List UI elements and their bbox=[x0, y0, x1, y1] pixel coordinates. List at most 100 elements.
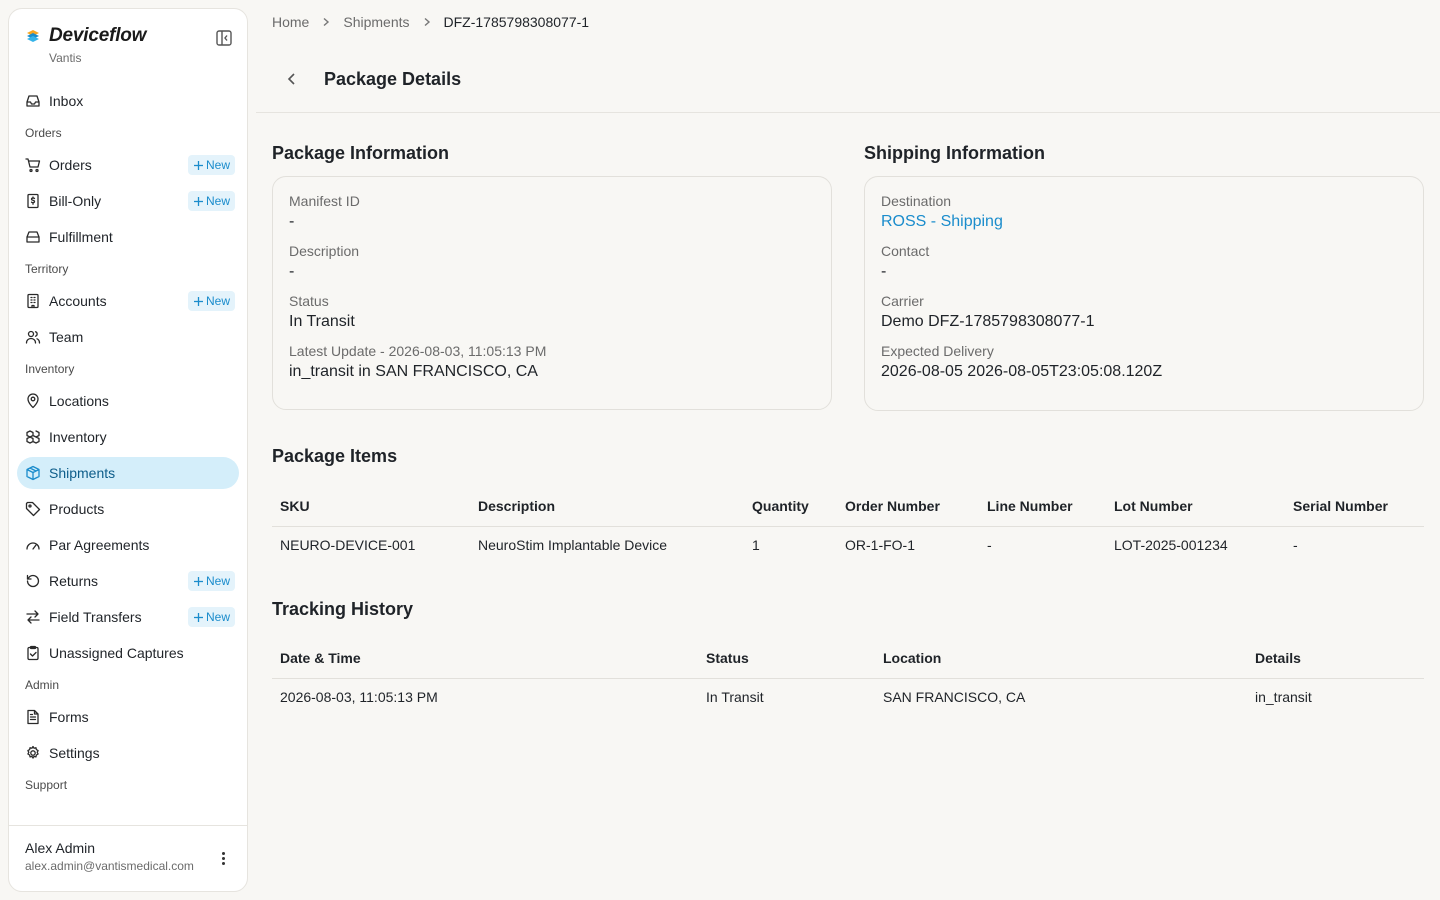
table-cell: - bbox=[987, 537, 992, 554]
description-value: - bbox=[289, 263, 295, 280]
sidebar-item-label: Settings bbox=[49, 745, 100, 761]
table-cell: In Transit bbox=[706, 689, 764, 706]
rotate-ccw-icon bbox=[25, 573, 41, 589]
sidebar-item-label: Accounts bbox=[49, 293, 107, 309]
column-header: Details bbox=[1247, 638, 1424, 679]
sidebar-item-par-agreements[interactable]: Par Agreements bbox=[17, 529, 239, 561]
latest-update-label: Latest Update - 2026-08-03, 11:05:13 PM bbox=[289, 343, 547, 359]
sidebar-item-forms[interactable]: Forms bbox=[17, 701, 239, 733]
carrier-value: Demo DFZ-1785798308077-1 bbox=[881, 313, 1095, 330]
package-info-card: Manifest ID - Description - Status In Tr… bbox=[272, 176, 832, 410]
sidebar-item-team[interactable]: Team bbox=[17, 321, 239, 353]
sidebar-item-label: Fulfillment bbox=[49, 229, 113, 245]
sidebar-item-returns[interactable]: Returns New bbox=[17, 565, 239, 597]
tag-icon bbox=[25, 501, 41, 517]
back-button[interactable] bbox=[282, 68, 302, 90]
new-orders-button[interactable]: New bbox=[187, 155, 235, 175]
column-header: Order Number bbox=[837, 486, 979, 527]
boxes-icon bbox=[25, 429, 41, 445]
table-cell: LOT-2025-001234 bbox=[1114, 537, 1228, 554]
sidebar: Deviceflow Vantis Inbox Orders Orders New Bi… bbox=[8, 8, 248, 892]
column-header: Line Number bbox=[979, 486, 1106, 527]
sidebar-item-products[interactable]: Products bbox=[17, 493, 239, 525]
sidebar-item-field-transfers[interactable]: Field Transfers New bbox=[17, 601, 239, 633]
sidebar-section-label: Territory bbox=[25, 262, 69, 276]
description-label: Description bbox=[289, 243, 360, 259]
plus-icon bbox=[193, 612, 203, 622]
manifest-id-label: Manifest ID bbox=[289, 193, 360, 209]
destination-link[interactable]: ROSS - Shipping bbox=[881, 213, 1407, 231]
main-content: Home Shipments DFZ-1785798308077-1 Packa… bbox=[256, 0, 1440, 900]
sidebar-item-accounts[interactable]: Accounts New bbox=[17, 285, 239, 317]
latest-update-value: in_transit in SAN FRANCISCO, CA bbox=[289, 363, 538, 380]
sidebar-item-bill-only[interactable]: Bill-Only New bbox=[17, 185, 239, 217]
column-header: Description bbox=[470, 486, 744, 527]
user-profile[interactable]: Alex Admin alex.admin@vantismedical.com bbox=[9, 825, 247, 891]
org-name: Vantis bbox=[49, 51, 82, 65]
new-badge-label: New bbox=[205, 574, 230, 588]
sidebar-section-label: Inventory bbox=[25, 362, 75, 376]
tray-icon bbox=[25, 229, 41, 245]
new-badge-label: New bbox=[205, 294, 230, 308]
column-header: Date & Time bbox=[272, 638, 698, 679]
sidebar-item-label: Shipments bbox=[49, 465, 116, 481]
new-badge-label: New bbox=[205, 610, 230, 624]
users-icon bbox=[25, 329, 41, 345]
new-badge-label: New bbox=[205, 158, 230, 172]
gauge-icon bbox=[25, 537, 41, 553]
table-cell: 1 bbox=[752, 537, 760, 554]
plus-icon bbox=[193, 576, 203, 586]
map-pin-icon bbox=[25, 393, 41, 409]
sidebar-item-settings[interactable]: Settings bbox=[17, 737, 239, 769]
column-header: Lot Number bbox=[1106, 486, 1285, 527]
table-cell: NeuroStim Implantable Device bbox=[478, 537, 668, 554]
chevron-left-icon bbox=[287, 73, 295, 85]
sidebar-item-unassigned-captures[interactable]: Unassigned Captures bbox=[17, 637, 239, 669]
package-icon bbox=[25, 465, 41, 481]
plus-icon bbox=[193, 160, 203, 170]
user-name: Alex Admin bbox=[25, 840, 96, 856]
sidebar-item-inventory[interactable]: Inventory bbox=[17, 421, 239, 453]
sidebar-collapse-icon[interactable] bbox=[215, 29, 233, 47]
sidebar-item-inbox[interactable]: Inbox bbox=[17, 85, 239, 117]
status-label: Status bbox=[289, 293, 329, 309]
sidebar-item-shipments[interactable]: Shipments bbox=[17, 457, 239, 489]
sidebar-item-orders[interactable]: Orders New bbox=[17, 149, 239, 181]
new-bill-only-button[interactable]: New bbox=[187, 191, 235, 211]
sidebar-item-fulfillment[interactable]: Fulfillment bbox=[17, 221, 239, 253]
brand-name: Deviceflow bbox=[49, 25, 147, 46]
shipping-info-card: Destination ROSS - Shipping Contact - Ca… bbox=[864, 176, 1424, 411]
sidebar-item-label: Products bbox=[49, 501, 105, 517]
carrier-label: Carrier bbox=[881, 293, 924, 309]
sidebar-item-label: Orders bbox=[49, 157, 92, 173]
table-cell: NEURO-DEVICE-001 bbox=[280, 537, 416, 554]
more-vertical-icon[interactable] bbox=[215, 848, 231, 868]
arrows-swap-icon bbox=[25, 609, 41, 625]
column-header: SKU bbox=[272, 486, 470, 527]
package-info-title: Package Information bbox=[272, 143, 450, 163]
column-header: Quantity bbox=[744, 486, 837, 527]
sidebar-item-label: Par Agreements bbox=[49, 537, 150, 553]
contact-value: - bbox=[881, 263, 887, 280]
breadcrumb-shipments[interactable]: Shipments bbox=[343, 14, 409, 30]
table-cell: - bbox=[1293, 537, 1298, 554]
new-accounts-button[interactable]: New bbox=[187, 291, 235, 311]
invoice-icon bbox=[25, 193, 41, 209]
column-header: Serial Number bbox=[1285, 486, 1424, 527]
table-row[interactable]: NEURO-DEVICE-001 NeuroStim Implantable De… bbox=[272, 526, 1424, 564]
sidebar-item-label: Inbox bbox=[49, 93, 84, 109]
inbox-icon bbox=[25, 93, 41, 109]
user-email: alex.admin@vantismedical.com bbox=[25, 859, 194, 873]
new-returns-button[interactable]: New bbox=[187, 571, 235, 591]
sidebar-section-label: Support bbox=[25, 778, 68, 792]
table-cell: OR-1-FO-1 bbox=[845, 537, 915, 554]
breadcrumb-home[interactable]: Home bbox=[272, 14, 309, 30]
new-field-transfers-button[interactable]: New bbox=[187, 607, 235, 627]
sidebar-item-locations[interactable]: Locations bbox=[17, 385, 239, 417]
sidebar-nav: Inbox Orders Orders New Bill-Only New Fulfillm… bbox=[9, 85, 247, 825]
breadcrumb: Home Shipments DFZ-1785798308077-1 bbox=[272, 14, 589, 30]
table-row[interactable]: 2026-08-03, 11:05:13 PM In Transit SAN FRA… bbox=[272, 678, 1424, 716]
column-header: Status bbox=[698, 638, 875, 679]
table-cell: SAN FRANCISCO, CA bbox=[883, 689, 1026, 706]
package-items-table: SKU Description Quantity Order Number Line N… bbox=[272, 486, 1424, 564]
